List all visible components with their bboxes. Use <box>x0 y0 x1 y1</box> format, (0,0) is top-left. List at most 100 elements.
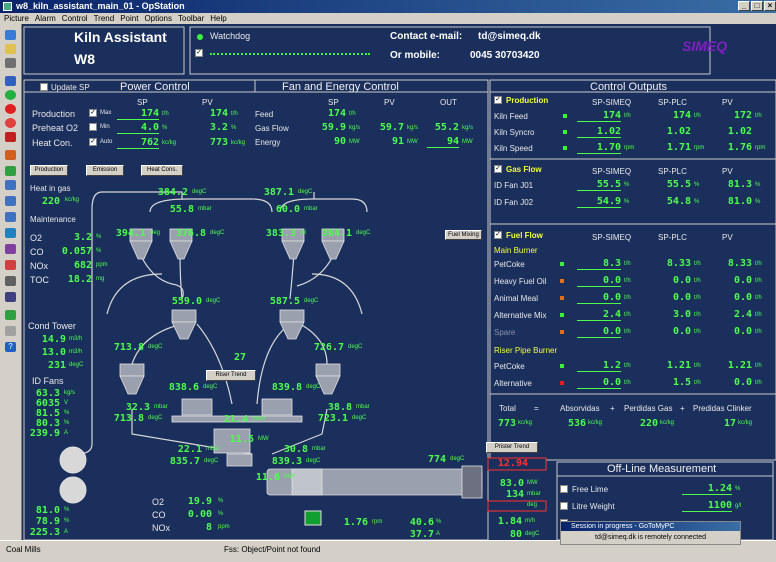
update-sp-checkbox[interactable] <box>40 83 48 91</box>
unit-label: rpm <box>372 519 383 525</box>
tower-calc-value: 11.6 <box>255 472 280 483</box>
menu-control[interactable]: Control <box>62 14 88 23</box>
tower-b1-value: 838.6 <box>168 382 199 393</box>
chart-icon[interactable] <box>5 244 16 254</box>
pc-production-sp[interactable]: 174 <box>117 108 159 120</box>
auto-checkbox[interactable]: ✓ <box>89 138 97 146</box>
sp-simeq-value[interactable]: 1.02 <box>577 126 621 138</box>
close-button[interactable]: × <box>764 1 776 11</box>
green-status-icon[interactable] <box>5 90 16 100</box>
pv-value: 1.21 <box>727 360 752 371</box>
run-icon[interactable] <box>5 166 16 176</box>
watchdog-checkbox[interactable]: ✓ <box>195 49 203 57</box>
sp-simeq-value[interactable]: 0.0 <box>577 326 621 338</box>
list-icon[interactable] <box>5 212 16 222</box>
sp-simeq-value[interactable]: 0.0 <box>577 292 621 304</box>
production-button[interactable]: Production <box>30 165 68 176</box>
plus-sign: + <box>680 404 685 413</box>
unit-label: m3/h <box>69 349 83 355</box>
trend-icon[interactable] <box>5 228 16 238</box>
unit-label: rpm <box>694 145 705 151</box>
unit-label: MW <box>462 139 473 145</box>
sp-simeq-value[interactable]: 2.4 <box>577 309 621 321</box>
user-icon[interactable] <box>5 292 16 302</box>
sp-simeq-value[interactable]: 1.2 <box>577 360 621 372</box>
status-left: Coal Mills <box>6 545 41 554</box>
pv-value: 172 <box>733 110 752 121</box>
red-status-icon[interactable] <box>5 104 16 114</box>
menu-point[interactable]: Point <box>120 14 138 23</box>
sp-plc-value: 55.5 <box>666 179 691 190</box>
heat-in-gas-label: Heat in gas <box>30 184 71 193</box>
kiln-drive-current: 37.7 <box>409 529 434 540</box>
menu-help[interactable]: Help <box>210 14 226 23</box>
tower-m2-value: 587.5 <box>269 296 300 307</box>
unit-label: t/h <box>694 312 701 318</box>
sp-simeq-value[interactable]: 54.9 <box>577 196 621 208</box>
menu-toolbar[interactable]: Toolbar <box>178 14 204 23</box>
free-lime-checkbox[interactable] <box>560 485 568 493</box>
pv-value: 8.33 <box>727 258 752 269</box>
menu-picture[interactable]: Picture <box>4 14 29 23</box>
alarm-list-icon[interactable] <box>5 260 16 270</box>
clinker-loss-label: Predidas Clinker <box>693 404 752 413</box>
menu-options[interactable]: Options <box>144 14 172 23</box>
unit-label: % <box>96 234 102 240</box>
unit-label: mbar <box>206 446 220 452</box>
check-icon[interactable] <box>5 310 16 320</box>
pc-heatcon-sp[interactable]: 762 <box>117 137 159 149</box>
max-checkbox[interactable]: ✓ <box>89 109 97 117</box>
litre-weight-value[interactable]: 1100 <box>682 500 732 512</box>
unit-label: rpm <box>624 145 635 151</box>
maximize-button[interactable]: □ <box>751 1 763 11</box>
free-lime-value[interactable]: 1.24 <box>682 483 732 495</box>
document-icon[interactable] <box>5 180 16 190</box>
help-icon[interactable]: ? <box>5 342 16 352</box>
arrow-icon[interactable] <box>5 76 16 86</box>
fuel-mixing-button[interactable]: Fuel Mixing <box>445 230 482 240</box>
app-title: Kiln Assistant <box>74 29 167 45</box>
mode-label: Max <box>100 110 112 116</box>
pc-preheat-sp[interactable]: 4.0 <box>117 122 159 134</box>
menu-trend[interactable]: Trend <box>94 14 115 23</box>
sp-simeq-value[interactable]: 174 <box>577 110 621 122</box>
kiln-drive-load: 40.6 <box>409 517 434 528</box>
riser-trend-button[interactable]: Riser Trend <box>206 370 256 381</box>
fuel-status-icon <box>560 364 564 368</box>
fuel-flow-section-checkbox[interactable]: ✓ <box>494 231 502 239</box>
edit-icon[interactable] <box>5 326 16 336</box>
open-icon[interactable] <box>5 44 16 54</box>
unit-label: % <box>64 420 70 426</box>
gotomypc-popup[interactable]: Session in progress - GoToMyPC td@simeq.… <box>560 521 741 545</box>
sp-simeq-value[interactable]: 0.0 <box>577 275 621 287</box>
tower-c1-value: 394.1 <box>115 228 146 239</box>
tool-icon[interactable] <box>5 150 16 160</box>
unit-label: A <box>64 529 69 535</box>
litre-weight-checkbox[interactable] <box>560 502 568 510</box>
heat-cons-button[interactable]: Heat Cons. <box>141 165 183 176</box>
menu-alarm[interactable]: Alarm <box>35 14 56 23</box>
min-checkbox[interactable] <box>89 123 97 131</box>
fuel-status-icon <box>560 330 564 334</box>
minimize-button[interactable]: _ <box>738 1 750 11</box>
sp-simeq-value[interactable]: 1.70 <box>577 142 621 154</box>
sp-simeq-value[interactable]: 8.3 <box>577 258 621 270</box>
table-icon[interactable] <box>5 196 16 206</box>
fe-gas-out: 55.2 <box>434 122 459 133</box>
unit-label: % <box>64 507 70 513</box>
fe-energy-out[interactable]: 94 <box>427 136 459 148</box>
sp-simeq-value[interactable]: 55.5 <box>577 179 621 191</box>
new-icon[interactable] <box>5 30 16 40</box>
print-icon[interactable] <box>5 58 16 68</box>
plus-sign: + <box>610 404 615 413</box>
alarm-icon[interactable] <box>5 118 16 128</box>
settings-icon[interactable] <box>5 276 16 286</box>
production-section-checkbox[interactable]: ✓ <box>494 96 502 104</box>
prister-trend-button[interactable]: Prister Trend <box>486 442 538 453</box>
sp-simeq-value[interactable]: 0.0 <box>577 377 621 389</box>
gas-flow-section-checkbox[interactable]: ✓ <box>494 165 502 173</box>
unit-label: kc/kg <box>65 197 80 203</box>
status-message: Fss: Object/Point not found <box>224 545 321 554</box>
emission-button[interactable]: Emission <box>86 165 124 176</box>
stop-icon[interactable] <box>5 132 16 142</box>
